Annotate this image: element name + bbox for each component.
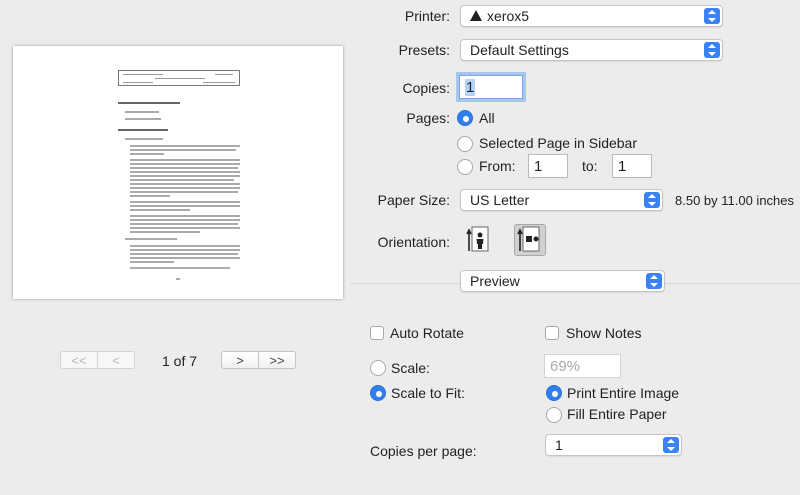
pages-from-field[interactable]: 1 [528,154,568,178]
scale-to-fit-radio[interactable] [370,385,386,401]
auto-rotate-checkbox[interactable] [370,326,384,340]
paper-size-popup[interactable]: US Letter [460,189,663,211]
copies-field[interactable]: 1 [459,75,523,99]
scale-field[interactable]: 69% [544,354,621,378]
pages-to-field[interactable]: 1 [612,154,652,178]
landscape-orientation-icon [517,226,540,252]
fill-entire-paper-label: Fill Entire Paper [567,406,667,422]
last-page-button[interactable]: >> [258,351,296,369]
landscape-orientation-button[interactable] [514,224,546,256]
presets-value: Default Settings [470,42,569,58]
previous-page-button[interactable]: < [97,351,135,369]
orientation-label: Orientation: [377,234,450,250]
auto-rotate-label: Auto Rotate [390,325,464,341]
copies-value: 1 [465,78,476,96]
portrait-orientation-button[interactable] [463,224,495,256]
pages-from-label: From: [479,158,516,174]
popup-arrows-icon [644,192,660,208]
copies-per-page-label: Copies per page: [370,443,477,459]
show-notes-checkbox[interactable] [545,326,559,340]
paper-size-label: Paper Size: [377,192,450,208]
first-page-button[interactable]: << [60,351,98,369]
pages-label: Pages: [406,110,450,126]
popup-arrows-icon [663,437,679,453]
pages-selected-label: Selected Page in Sidebar [479,135,637,151]
print-entire-image-label: Print Entire Image [567,385,680,401]
paper-size-value: US Letter [470,192,530,208]
warning-triangle-icon [470,9,482,21]
document-header-box [118,70,240,86]
copies-per-page-popup[interactable]: 1 [545,434,682,456]
app-section-popup[interactable]: Preview [460,270,665,292]
print-entire-image-radio[interactable] [546,385,562,401]
page-preview [13,46,343,299]
popup-arrows-icon [646,273,662,289]
fill-entire-paper-radio[interactable] [546,407,562,423]
pages-selected-radio[interactable] [457,136,473,152]
pages-range-radio[interactable] [457,159,473,175]
show-notes-label: Show Notes [566,325,642,341]
pages-to-value: 1 [618,157,627,175]
pages-all-radio[interactable] [457,110,473,126]
scale-to-fit-label: Scale to Fit: [391,385,465,401]
copies-per-page-value: 1 [555,437,563,453]
next-page-button[interactable]: > [221,351,259,369]
portrait-orientation-icon [466,226,489,252]
scale-radio[interactable] [370,360,386,376]
printer-value: xerox5 [487,8,530,24]
scale-value: 69% [550,357,581,375]
paper-dimensions: 8.50 by 11.00 inches [675,193,795,208]
pages-from-value: 1 [534,157,543,175]
scale-label: Scale: [391,360,430,376]
page-status: 1 of 7 [162,353,198,369]
printer-label: Printer: [404,8,450,24]
presets-label: Presets: [398,42,450,58]
popup-arrows-icon [704,42,720,58]
app-section-value: Preview [470,273,520,289]
popup-arrows-icon [704,8,720,24]
copies-label: Copies: [402,80,450,96]
presets-popup[interactable]: Default Settings [460,39,723,61]
pages-all-label: All [479,110,495,126]
printer-popup[interactable]: xerox5 [460,5,723,27]
pages-to-label: to: [582,158,598,174]
